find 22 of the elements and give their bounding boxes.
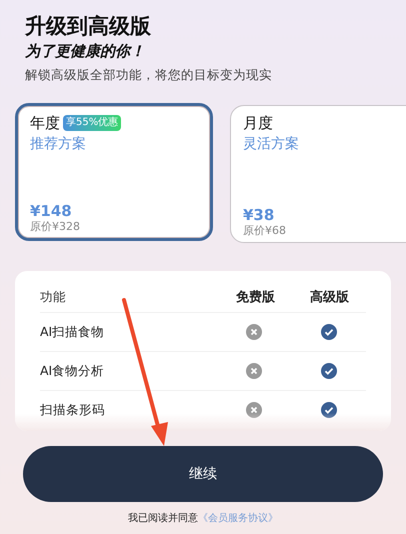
plan-tagline: 推荐方案 xyxy=(30,135,87,154)
subtitle: 为了更健康的你！ xyxy=(25,41,146,62)
discount-badge: 享55%优惠 xyxy=(63,115,122,131)
feature-name: AI食物分析 xyxy=(40,362,106,380)
column-header: 高级版 xyxy=(309,288,350,307)
description: 解锁高级版全部功能，将您的目标变为现实 xyxy=(25,66,273,84)
plan-name: 年度 xyxy=(30,113,60,134)
feature-name: AI扫描食物 xyxy=(40,322,106,341)
plan-card[interactable]: 月度 灵活方案 ¥38 原价¥68 xyxy=(230,105,406,243)
plan-price: ¥148 xyxy=(30,202,73,220)
column-header: 免费版 xyxy=(235,288,276,307)
column-header: 功能 xyxy=(40,288,67,306)
feature-name: 扫描条形码 xyxy=(40,400,106,419)
original-price: 原价¥68 xyxy=(243,224,287,238)
original-price: 原价¥328 xyxy=(30,220,81,234)
plan-price: ¥38 xyxy=(243,206,276,224)
plan-name: 月度 xyxy=(243,113,273,134)
plan-tagline: 灵活方案 xyxy=(243,135,300,154)
page-title: 升级到高级版 xyxy=(25,13,152,40)
plan-card[interactable]: 年度 享55%优惠 推荐方案 ¥148 原价¥328 xyxy=(15,103,213,241)
continue-button[interactable]: 继续 xyxy=(23,446,383,502)
agreement-text: 我已阅读并同意 xyxy=(128,513,198,525)
